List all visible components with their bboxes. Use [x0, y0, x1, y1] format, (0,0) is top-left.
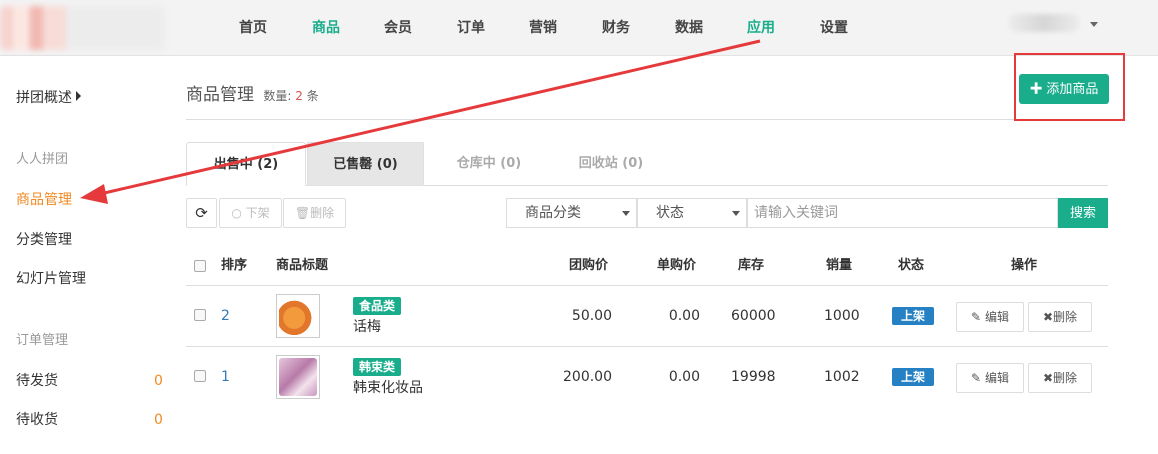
col-actions: 操作: [1011, 258, 1038, 273]
bulk-delete-label: 删除: [310, 206, 335, 220]
status-select[interactable]: 状态: [637, 198, 747, 228]
col-sort[interactable]: 排序: [221, 256, 247, 276]
status-badge: 上架: [892, 368, 934, 386]
edit-button[interactable]: ✎ 编辑: [956, 363, 1024, 393]
caret-down-icon: [622, 211, 630, 216]
caret-down-icon: [732, 211, 740, 216]
tab-on-sale[interactable]: 出售中 (2): [186, 142, 306, 186]
status-badge: 上架: [892, 307, 934, 325]
nav-finance[interactable]: 财务: [602, 18, 630, 38]
edit-icon: ✎: [971, 310, 982, 324]
product-name[interactable]: 话梅: [353, 317, 381, 337]
circle-icon: ○: [231, 206, 242, 220]
col-sales: 销量: [826, 258, 853, 273]
row-sort[interactable]: 1: [221, 367, 230, 387]
tab-warehouse[interactable]: 仓库中 (0): [428, 142, 550, 186]
pending-receive-count: 0: [154, 412, 163, 428]
top-navbar: 首页 商品 会员 订单 营销 财务 数据 应用 设置: [0, 0, 1158, 56]
product-thumbnail[interactable]: [276, 294, 320, 338]
group-price: 200.00: [563, 369, 612, 385]
delete-button[interactable]: ✖删除: [1028, 363, 1092, 393]
status-select-value: 状态: [656, 205, 684, 221]
select-all-checkbox[interactable]: [194, 260, 206, 272]
stock: 60000: [731, 308, 776, 324]
row-checkbox[interactable]: [194, 370, 206, 382]
category-badge: 韩束类: [353, 358, 402, 376]
product-image: [279, 358, 317, 396]
col-group-price: 团购价: [569, 258, 609, 273]
group-price: 50.00: [571, 308, 612, 324]
nav-members[interactable]: 会员: [384, 18, 412, 38]
sidebar-item-pending-ship[interactable]: 待发货: [16, 371, 58, 391]
sidebar-item-pending-receive[interactable]: 待收货: [16, 410, 58, 430]
sidebar-group-pintuan: 人人拼团: [16, 152, 69, 167]
product-thumbnail[interactable]: [276, 355, 320, 399]
single-price: 0.00: [668, 308, 700, 324]
delete-button[interactable]: ✖删除: [1028, 302, 1092, 332]
stock: 19998: [731, 369, 776, 385]
offshelf-label: 下架: [245, 206, 270, 220]
nav-products[interactable]: 商品: [312, 18, 340, 38]
close-icon: ✖: [1042, 310, 1054, 324]
bulk-delete-button[interactable]: 🗑删除: [283, 198, 346, 228]
page-title-text: 商品管理: [186, 85, 254, 105]
row-divider: [186, 346, 1108, 347]
sales: 1000: [824, 308, 860, 324]
table-header-divider: [186, 285, 1108, 286]
search-button[interactable]: 搜索: [1058, 198, 1108, 228]
product-name[interactable]: 韩束化妆品: [353, 378, 423, 398]
edit-label: 编辑: [984, 310, 1009, 324]
item-count: 数量: 2 条: [263, 89, 318, 103]
sidebar-item-category-manage[interactable]: 分类管理: [16, 230, 72, 250]
sidebar-group-orders: 订单管理: [16, 333, 69, 348]
count-label: 数量:: [263, 89, 292, 103]
row-sort[interactable]: 2: [221, 306, 230, 326]
count-unit: 条: [306, 89, 319, 103]
search-input[interactable]: [747, 198, 1058, 228]
edit-icon: ✎: [971, 371, 982, 385]
col-single-price: 单购价: [657, 258, 697, 273]
nav-marketing[interactable]: 营销: [529, 18, 557, 38]
single-price: 0.00: [668, 369, 700, 385]
sidebar-item-overview[interactable]: 拼团概述: [16, 88, 81, 108]
close-icon: ✖: [1042, 371, 1054, 385]
annotation-highlight-box: [1014, 53, 1125, 121]
sales: 1002: [824, 369, 860, 385]
page-title: 商品管理 数量: 2 条: [186, 84, 319, 107]
header-divider: [186, 119, 1108, 120]
logo-blurred: [0, 6, 165, 50]
pending-ship-count: 0: [154, 373, 163, 389]
col-stock: 库存: [738, 258, 765, 273]
count-value: 2: [295, 89, 303, 103]
user-name-blurred[interactable]: [1008, 14, 1080, 32]
nav-data[interactable]: 数据: [675, 18, 703, 38]
nav-apps[interactable]: 应用: [747, 18, 775, 38]
nav-home[interactable]: 首页: [239, 18, 267, 38]
refresh-icon: ⟳: [195, 204, 208, 222]
annotation-arrow-head: [80, 184, 108, 204]
edit-label: 编辑: [984, 371, 1009, 385]
category-select-value: 商品分类: [525, 205, 581, 221]
caret-right-icon: [76, 91, 81, 101]
refresh-button[interactable]: ⟳: [186, 198, 217, 228]
category-select[interactable]: 商品分类: [506, 198, 637, 228]
category-badge: 食品类: [353, 297, 402, 315]
tab-sold-out[interactable]: 已售罄 (0): [307, 142, 424, 186]
sidebar-item-slides-manage[interactable]: 幻灯片管理: [16, 269, 86, 289]
row-checkbox[interactable]: [194, 309, 206, 321]
tab-recycle-bin[interactable]: 回收站 (0): [550, 142, 672, 186]
edit-button[interactable]: ✎ 编辑: [956, 302, 1024, 332]
col-status: 状态: [898, 258, 925, 273]
nav-settings[interactable]: 设置: [820, 18, 848, 38]
trash-icon: 🗑: [294, 206, 311, 220]
col-title: 商品标题: [276, 258, 329, 273]
caret-down-icon[interactable]: [1090, 22, 1098, 27]
delete-label: 删除: [1053, 371, 1078, 385]
sidebar-item-product-manage[interactable]: 商品管理: [16, 190, 72, 210]
offshelf-button[interactable]: ○ 下架: [219, 198, 282, 228]
product-image: [279, 297, 317, 335]
delete-label: 删除: [1053, 310, 1078, 324]
sidebar-item-label: 拼团概述: [16, 90, 72, 106]
nav-orders[interactable]: 订单: [457, 18, 485, 38]
